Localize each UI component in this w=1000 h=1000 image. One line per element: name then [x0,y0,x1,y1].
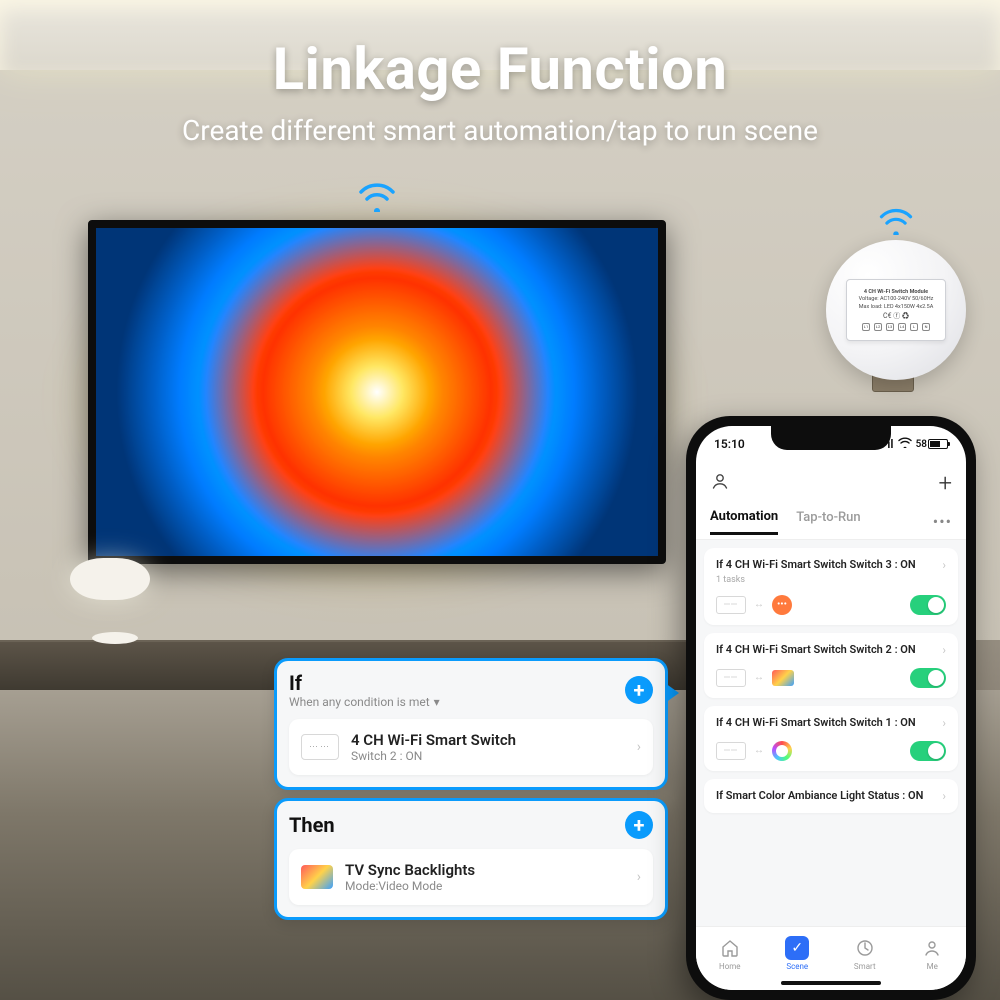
then-action-item[interactable]: TV Sync Backlights Mode:Video Mode › [289,849,653,905]
condition-name: 4 CH Wi-Fi Smart Switch [351,731,625,749]
arrow-icon: ↔ [754,599,764,610]
automation-toggle[interactable] [910,741,946,761]
color-ring-icon [772,741,792,761]
app-header: + [696,462,966,504]
chevron-right-icon: › [637,739,641,755]
automation-toggle[interactable] [910,595,946,615]
automation-card[interactable]: If 4 CH Wi-Fi Smart Switch Switch 3 : ON… [704,548,958,625]
phone-screen: 15:10 ••ıl 58 + Automation Tap-to-Run ••… [696,426,966,990]
automation-tasks: 1 tasks [716,575,946,585]
if-subtitle: When any condition is met [289,695,430,709]
automation-card[interactable]: If Smart Color Ambiance Light Status : O… [704,779,958,814]
phone-notch [771,426,891,450]
headline: Linkage Function Create different smart … [0,36,1000,147]
module-name: 4 CH Wi-Fi Switch Module [864,289,928,296]
wifi-icon [876,204,916,235]
automation-card[interactable]: If 4 CH Wi-Fi Smart Switch Switch 2 : ON… [704,633,958,698]
action-detail: Mode:Video Mode [345,879,625,893]
automation-callout: If When any condition is met ▾ + ⋯⋯ 4 CH… [274,658,668,920]
wifi-status-icon [898,437,912,451]
headline-subtitle: Create different smart automation/tap to… [0,114,1000,147]
automation-card[interactable]: If 4 CH Wi-Fi Smart Switch Switch 1 : ON… [704,706,958,771]
if-condition-item[interactable]: ⋯⋯ 4 CH Wi-Fi Smart Switch Switch 2 : ON… [289,719,653,775]
automation-title: If Smart Color Ambiance Light Status : O… [716,789,929,804]
switch-module-icon: ⋯⋯ [716,742,746,760]
headline-title: Linkage Function [0,36,1000,104]
status-time: 15:10 [714,437,745,451]
module-voltage: Voltage: AC100-240V 50/60Hz [859,296,934,303]
switch-module-icon: ⋯⋯ [716,596,746,614]
home-indicator [781,981,881,985]
condition-detail: Switch 2 : ON [351,749,625,763]
chevron-right-icon: › [942,789,946,803]
automation-list[interactable]: If 4 CH Wi-Fi Smart Switch Switch 3 : ON… [696,540,966,926]
automation-title: If 4 CH Wi-Fi Smart Switch Switch 3 : ON [716,558,922,573]
smart-icon [853,936,877,960]
tab-tap-to-run[interactable]: Tap-to-Run [796,510,860,533]
battery-icon: 58 [916,439,948,450]
module-maxload: Max load: LED 4x150W 4x2.5A [859,304,934,311]
automation-title: If 4 CH Wi-Fi Smart Switch Switch 1 : ON [716,716,922,731]
action-name: TV Sync Backlights [345,861,625,879]
tv [88,220,666,564]
then-card: Then + TV Sync Backlights Mode:Video Mod… [274,798,668,920]
automation-toggle[interactable] [910,668,946,688]
add-button[interactable]: + [938,469,952,497]
more-icon[interactable]: ••• [933,512,952,531]
switch-module-icon: ⋯⋯ [716,669,746,687]
profile-icon[interactable] [710,471,730,496]
home-icon [718,936,742,960]
table-lamp [70,558,160,648]
switch-module: 4 CH Wi-Fi Switch Module Voltage: AC100-… [846,279,946,341]
then-label: Then [289,813,335,837]
add-condition-button[interactable]: + [625,676,653,704]
automation-title: If 4 CH Wi-Fi Smart Switch Switch 2 : ON [716,643,922,658]
phone-frame: 15:10 ••ıl 58 + Automation Tap-to-Run ••… [686,416,976,1000]
nav-smart[interactable]: Smart [853,936,877,971]
arrow-icon: ↔ [754,672,764,683]
tv-backlight-icon [772,670,794,686]
if-label: If [289,671,440,695]
tv-screen [96,228,658,556]
add-action-button[interactable]: + [625,811,653,839]
nav-home[interactable]: Home [718,936,742,971]
arrow-icon: ↔ [754,745,764,756]
chevron-right-icon: › [942,643,946,657]
tab-automation[interactable]: Automation [710,509,778,535]
nav-me[interactable]: Me [920,936,944,971]
tab-row: Automation Tap-to-Run ••• [696,504,966,540]
tv-backlight-icon [301,865,333,889]
module-terminals: L1 L2 L3 L4 L N [862,323,930,331]
me-icon [920,936,944,960]
chat-bubble-icon: ••• [772,595,792,615]
switch-module-icon: ⋯⋯ [301,734,339,760]
switch-module-bubble: 4 CH Wi-Fi Switch Module Voltage: AC100-… [826,240,966,380]
wifi-icon [355,178,399,212]
if-card: If When any condition is met ▾ + ⋯⋯ 4 CH… [274,658,668,790]
chevron-right-icon: › [637,869,641,885]
chevron-right-icon: › [942,716,946,730]
scene-icon: ✓ [785,936,809,960]
chevron-right-icon: › [942,558,946,572]
nav-scene[interactable]: ✓ Scene [785,936,809,971]
chevron-down-icon: ▾ [434,695,440,709]
